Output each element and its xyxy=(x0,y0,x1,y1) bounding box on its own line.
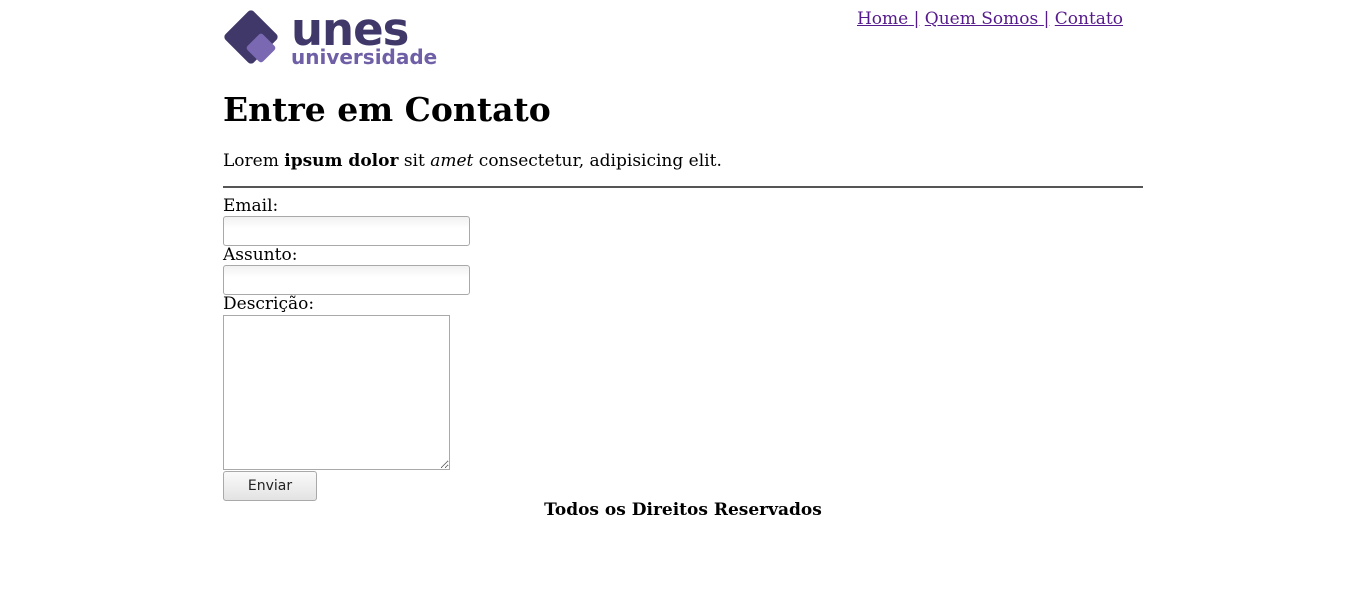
assunto-field[interactable] xyxy=(223,265,470,295)
nav-link-quem-somos[interactable]: Quem Somos | xyxy=(925,9,1050,29)
email-label: Email: xyxy=(223,196,279,216)
descricao-textarea[interactable] xyxy=(223,315,450,470)
top-nav: Home | Quem Somos | Contato xyxy=(857,9,1123,29)
footer-text: Todos os Direitos Reservados xyxy=(544,500,822,520)
intro-bold: ipsum dolor xyxy=(284,151,399,171)
divider xyxy=(223,186,1143,188)
page-container: unes universidade Home | Quem Somos | Co… xyxy=(223,0,1143,520)
submit-button[interactable]: Enviar xyxy=(223,471,317,501)
header: unes universidade Home | Quem Somos | Co… xyxy=(223,0,1143,78)
nav-link-home[interactable]: Home | xyxy=(857,9,919,29)
intro-italic: amet xyxy=(430,151,474,171)
logo[interactable]: unes universidade xyxy=(223,5,443,70)
assunto-label: Assunto: xyxy=(223,245,298,265)
intro-paragraph: Lorem ipsum dolor sit amet consectetur, … xyxy=(223,151,722,171)
nav-link-contato[interactable]: Contato xyxy=(1055,9,1123,29)
email-field[interactable] xyxy=(223,216,470,246)
logo-mark-icon xyxy=(224,10,278,64)
page-title: Entre em Contato xyxy=(223,90,551,129)
logo-subtitle: universidade xyxy=(291,45,438,69)
descricao-label: Descrição: xyxy=(223,294,315,314)
